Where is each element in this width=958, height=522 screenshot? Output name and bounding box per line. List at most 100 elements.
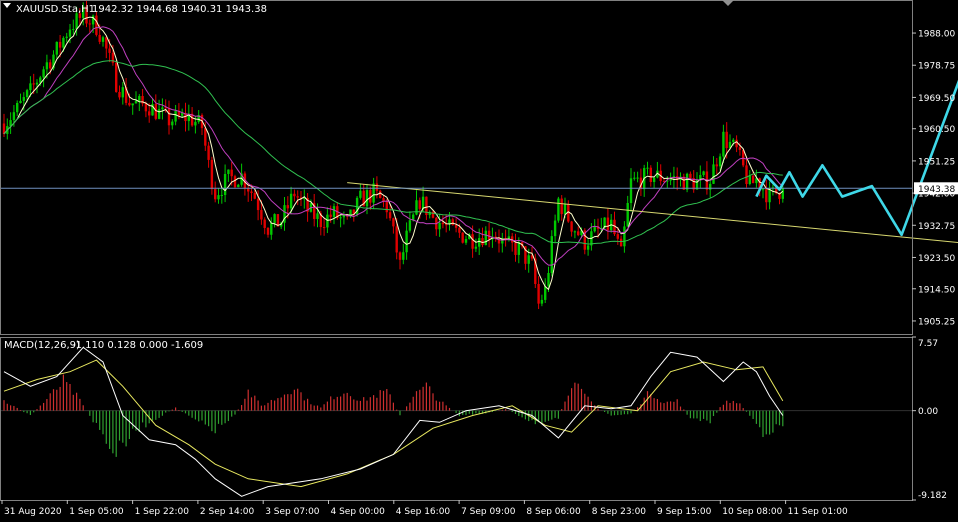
chart-canvas[interactable]: 1988.001978.751969.501960.501951.251942.… xyxy=(0,0,958,518)
price-tick-label: 1932.75 xyxy=(918,222,955,232)
candle-body xyxy=(217,195,219,199)
candle-body xyxy=(541,300,543,304)
candle-body xyxy=(171,122,173,126)
candle-body xyxy=(267,228,269,235)
candle-body xyxy=(739,147,741,150)
candle-body xyxy=(722,132,724,157)
candle-body xyxy=(462,233,464,243)
candle-body xyxy=(13,112,15,120)
candle-body xyxy=(42,69,44,77)
candle-body xyxy=(712,164,714,183)
candle-body xyxy=(455,225,457,228)
candle-body xyxy=(745,165,747,184)
candle-body xyxy=(29,83,31,90)
candle-body xyxy=(653,178,655,182)
candle-body xyxy=(752,176,754,183)
candle-body xyxy=(399,252,401,259)
candle-body xyxy=(135,101,137,104)
candle-body xyxy=(627,203,629,226)
candle-body xyxy=(89,23,91,24)
candle-body xyxy=(488,231,490,240)
candle-body xyxy=(102,37,104,42)
time-tick-label: 3 Sep 07:00 xyxy=(265,507,320,517)
candle-body xyxy=(260,210,262,219)
candle-body xyxy=(204,128,206,146)
candle-body xyxy=(75,13,77,29)
candle-body xyxy=(392,218,394,226)
candle-body xyxy=(264,219,266,227)
candle-body xyxy=(237,185,239,187)
macd-tick-label: 0.00 xyxy=(918,407,938,417)
candle-body xyxy=(587,245,589,249)
time-tick-label: 1 Sep 05:00 xyxy=(69,507,124,517)
candle-body xyxy=(273,214,275,223)
candle-body xyxy=(254,193,256,199)
price-tick-label: 1960.50 xyxy=(918,125,955,135)
candle-body xyxy=(471,234,473,248)
candle-body xyxy=(290,194,292,209)
candle-body xyxy=(574,231,576,232)
candle-body xyxy=(297,196,299,197)
time-tick-label: 8 Sep 06:00 xyxy=(526,507,581,517)
candle-body xyxy=(366,190,368,206)
candle-body xyxy=(95,16,97,35)
candle-body xyxy=(138,96,140,101)
candle-body xyxy=(132,103,134,105)
candle-body xyxy=(333,206,335,217)
candle-body xyxy=(623,226,625,246)
candle-body xyxy=(287,205,289,208)
candle-body xyxy=(389,212,391,218)
candle-body xyxy=(49,62,51,68)
candle-body xyxy=(689,174,691,178)
candle-body xyxy=(105,37,107,48)
candle-body xyxy=(617,234,619,239)
time-tick-label: 9 Sep 15:00 xyxy=(657,507,712,517)
candle-body xyxy=(475,247,477,249)
candle-body xyxy=(544,286,546,300)
candle-body xyxy=(224,174,226,195)
macd-tick-label: 7.57 xyxy=(918,339,938,349)
candle-body xyxy=(561,199,563,215)
candle-body xyxy=(554,221,556,237)
candle-body xyxy=(765,189,767,202)
candle-body xyxy=(207,146,209,160)
candle-body xyxy=(158,109,160,119)
candle-body xyxy=(343,215,345,217)
time-tick-label: 31 Aug 2020 xyxy=(4,507,62,517)
candle-body xyxy=(231,170,233,177)
candle-body xyxy=(620,239,622,247)
candle-body xyxy=(402,252,404,260)
price-tick-label: 1923.50 xyxy=(918,254,955,264)
candle-body xyxy=(508,236,510,238)
current-price-label: 1943.38 xyxy=(918,185,955,195)
candle-body xyxy=(442,223,444,224)
candle-body xyxy=(56,42,58,55)
candle-body xyxy=(161,107,163,109)
candle-body xyxy=(174,111,176,122)
candle-body xyxy=(326,215,328,228)
candle-body xyxy=(607,218,609,231)
candle-body xyxy=(19,101,21,103)
candle-body xyxy=(478,238,480,247)
candle-body xyxy=(762,189,764,190)
candle-body xyxy=(62,38,64,48)
candle-body xyxy=(339,217,341,218)
time-tick-label: 4 Sep 00:00 xyxy=(331,507,386,517)
candle-body xyxy=(330,215,332,217)
candle-body xyxy=(194,122,196,126)
chart-window[interactable]: 1988.001978.751969.501960.501951.251942.… xyxy=(0,0,958,518)
time-tick-label: 2 Sep 14:00 xyxy=(200,507,255,517)
candle-body xyxy=(36,83,38,85)
candle-body xyxy=(270,223,272,235)
candle-body xyxy=(46,62,48,69)
candle-body xyxy=(528,255,530,264)
macd-values: -1.110 0.128 0.000 -1.609 xyxy=(72,340,203,351)
candle-body xyxy=(633,178,635,179)
candle-body xyxy=(465,239,467,243)
candle-body xyxy=(557,199,559,221)
candle-body xyxy=(257,199,259,210)
candle-body xyxy=(26,90,28,97)
candle-body xyxy=(702,171,704,175)
candle-body xyxy=(726,132,728,148)
candle-body xyxy=(481,238,483,245)
